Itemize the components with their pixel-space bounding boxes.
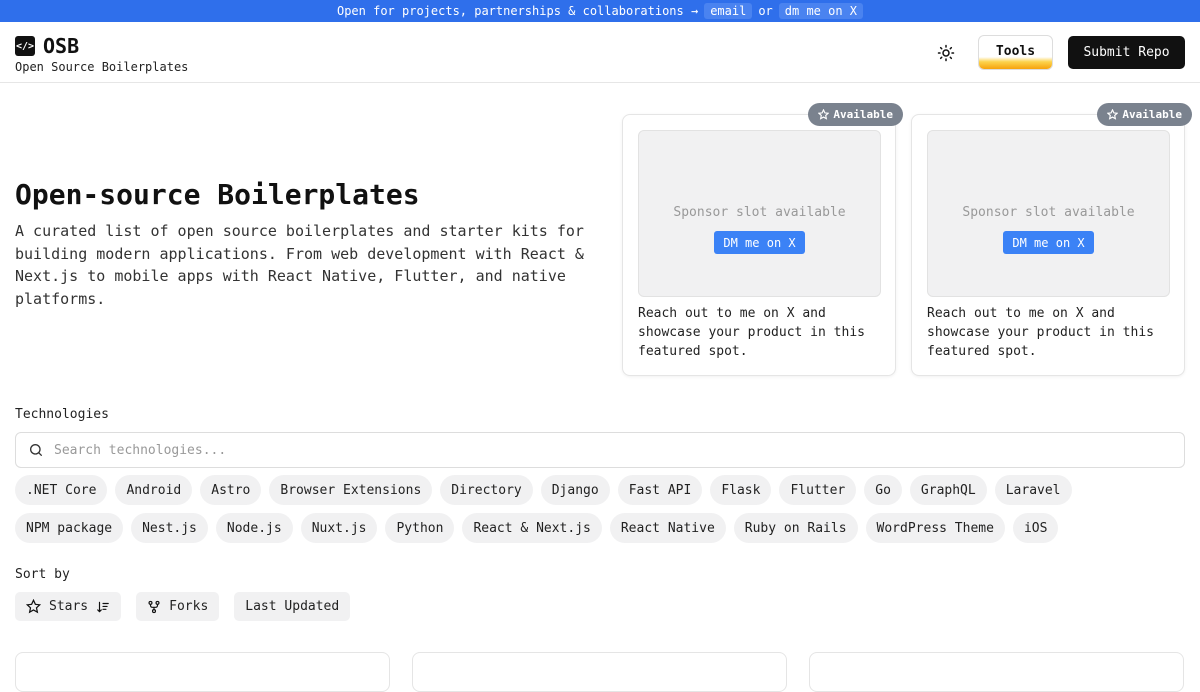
email-link[interactable]: email: [704, 3, 753, 19]
search-input[interactable]: [54, 442, 1054, 458]
sort-descending-icon: [97, 601, 109, 612]
search-bar: [15, 432, 1185, 468]
sort-controls: Stars Forks Last Updated: [15, 592, 351, 621]
tech-chip[interactable]: iOS: [1012, 513, 1059, 543]
tools-button[interactable]: Tools: [978, 35, 1053, 70]
sponsor-slot: Sponsor slot available DM me on X: [927, 130, 1170, 297]
code-icon: </>: [15, 36, 35, 56]
tech-chip[interactable]: Python: [385, 513, 455, 543]
banner-text: Open for projects, partnerships & collab…: [336, 4, 699, 18]
badge-label: Available: [1122, 108, 1182, 121]
sort-last-updated-button[interactable]: Last Updated: [234, 592, 351, 621]
page-description: A curated list of open source boilerplat…: [15, 222, 584, 308]
tech-chip[interactable]: Android: [115, 475, 193, 505]
sort-forks-label: Forks: [169, 599, 209, 614]
sort-by-label: Sort by: [15, 567, 70, 582]
tech-chip[interactable]: Laravel: [994, 475, 1072, 505]
sort-forks-button[interactable]: Forks: [136, 592, 220, 621]
tech-chip[interactable]: GraphQL: [909, 475, 987, 505]
tech-chip[interactable]: .NET Core: [15, 475, 108, 505]
tech-chip[interactable]: React & Next.js: [462, 513, 602, 543]
slot-text: Sponsor slot available: [673, 205, 846, 220]
star-icon: [818, 109, 830, 120]
technologies-label: Technologies: [15, 407, 109, 422]
badge-label: Available: [833, 108, 893, 121]
star-icon: [1107, 109, 1119, 120]
slot-text: Sponsor slot available: [962, 205, 1135, 220]
sponsor-slot: Sponsor slot available DM me on X: [638, 130, 881, 297]
tech-chip[interactable]: Fast API: [617, 475, 703, 505]
tech-chip[interactable]: Ruby on Rails: [733, 513, 858, 543]
fork-icon: [148, 600, 160, 613]
status-badge: Available: [808, 103, 903, 126]
repo-card[interactable]: [412, 652, 787, 692]
tech-chip[interactable]: Nuxt.js: [300, 513, 378, 543]
sort-stars-label: Stars: [49, 599, 89, 614]
sun-icon[interactable]: [935, 42, 957, 64]
page-title: Open-source Boilerplates: [15, 178, 420, 211]
banner-or: or: [758, 4, 773, 18]
sort-stars-button[interactable]: Stars: [15, 592, 122, 621]
tech-chip[interactable]: Go: [864, 475, 902, 505]
tech-chip[interactable]: Directory: [440, 475, 533, 505]
tech-chip[interactable]: Flutter: [779, 475, 857, 505]
star-icon: [26, 599, 41, 614]
tech-chip[interactable]: Django: [540, 475, 610, 505]
status-badge: Available: [1097, 103, 1192, 126]
sponsor-card: Available Sponsor slot available DM me o…: [622, 103, 903, 376]
technology-chips-row-2: NPM package Nest.js Node.js Nuxt.js Pyth…: [15, 513, 1185, 543]
tech-chip[interactable]: NPM package: [15, 513, 124, 543]
site-subtitle: Open Source Boilerplates: [15, 60, 189, 74]
tech-chip[interactable]: Nest.js: [131, 513, 208, 543]
tech-chip[interactable]: WordPress Theme: [865, 513, 1005, 543]
repo-card[interactable]: [15, 652, 390, 692]
dm-me-button[interactable]: DM me on X: [714, 231, 805, 254]
logo[interactable]: </> OSB: [15, 34, 79, 58]
sponsor-description: Reach out to me on X and showcase your p…: [638, 306, 865, 359]
sponsor-card: Available Sponsor slot available DM me o…: [911, 103, 1192, 376]
site-header: </> OSB Open Source Boilerplates Tools S…: [0, 22, 1200, 83]
logo-text: OSB: [43, 34, 80, 58]
tech-chip[interactable]: Astro: [200, 475, 262, 505]
repo-card[interactable]: [809, 652, 1184, 692]
dm-me-button[interactable]: DM me on X: [1003, 231, 1094, 254]
tech-chip[interactable]: Flask: [710, 475, 772, 505]
tech-chip[interactable]: Browser Extensions: [269, 475, 433, 505]
announcement-banner: Open for projects, partnerships & collab…: [0, 0, 1200, 22]
technology-chips-row-1: .NET Core Android Astro Browser Extensio…: [15, 475, 1185, 505]
tools-label: Tools: [995, 44, 1036, 59]
sort-updated-label: Last Updated: [245, 599, 340, 614]
tech-chip[interactable]: React Native: [609, 513, 726, 543]
search-icon: [30, 444, 42, 456]
sponsor-description: Reach out to me on X and showcase your p…: [927, 306, 1154, 359]
tech-chip[interactable]: Node.js: [215, 513, 293, 543]
submit-repo-button[interactable]: Submit Repo: [1068, 36, 1185, 69]
dm-on-x-link[interactable]: dm me on X: [778, 3, 864, 19]
